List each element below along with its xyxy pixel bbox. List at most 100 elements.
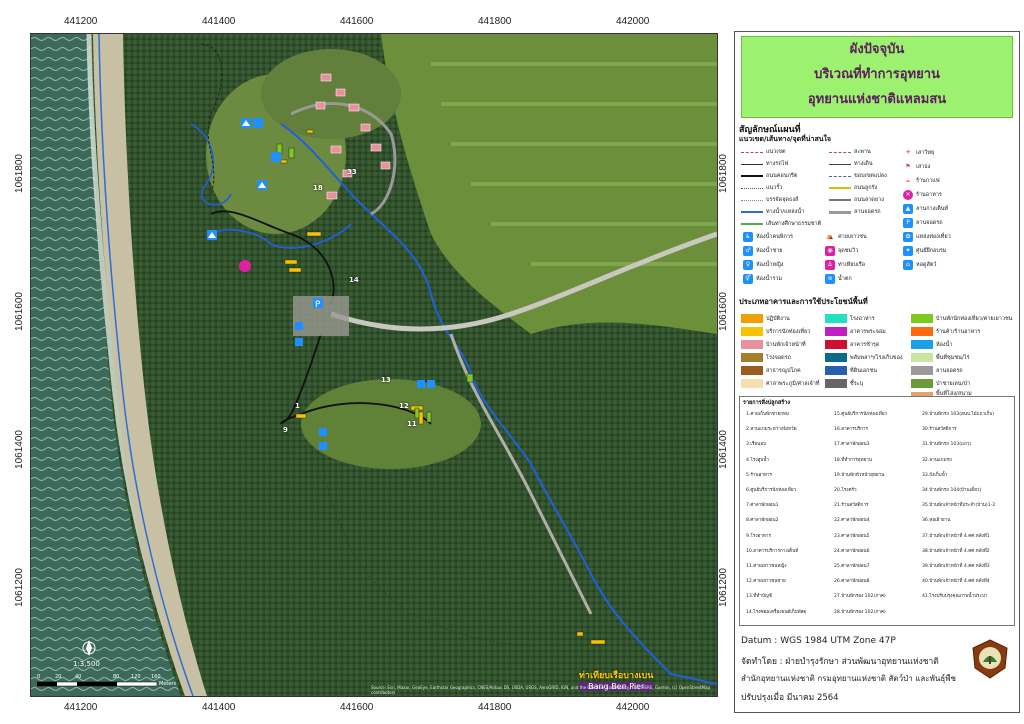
flag-icon: ⚑	[905, 163, 911, 170]
building-list-item: 35.บ้านพักเจ้าหน้าที่ประจำ(บ้าน)1-2	[922, 503, 996, 509]
grid-y-label: 1061600	[718, 292, 729, 331]
watchtower-icon: ⌂	[903, 260, 913, 270]
building-number: 18	[313, 184, 323, 192]
scale-unit: Meters	[159, 681, 177, 687]
building-number: 11	[407, 420, 417, 428]
building-list-item: 40.บ้านพักเจ้าหน้าที่ 4.คศ.หลังที่4	[922, 579, 990, 585]
building-list-item: 28.บ้านพักรอง 102(ภาค)	[834, 609, 886, 615]
building-number: 33	[347, 168, 357, 176]
office-text: สำนักอุทยานแห่งชาติ กรมอุทยานแห่งชาติ สั…	[741, 674, 956, 683]
building-list-item: 21.ร้านสวัสดิการ	[834, 503, 869, 509]
youth-camp-icon: ⛺	[826, 233, 834, 240]
pier-icon: ⚓	[825, 260, 835, 270]
land-use-item: อาคารพระจอม	[825, 327, 886, 336]
building-list-item: 36.หอเฝ้ายาน	[922, 518, 951, 524]
land-use-item: ชี้ระบุ	[825, 379, 863, 388]
tent-icon: ▲	[903, 204, 913, 214]
map-view[interactable]: P 1 9 11 12 13 14 18 33 ท่าเทียบเรือบางเ…	[30, 33, 718, 697]
title-line-3: อุทยานแห่งชาติแหลมสน	[807, 92, 947, 107]
updated-text: ปรับปรุงเมื่อ มีนาคม 2564	[741, 693, 839, 703]
legend-line-item: ทางน้ำ/แหล่งน้ำ	[741, 208, 804, 216]
legend-line-item: แนวรั้ว	[741, 184, 782, 192]
building-list-item: 27.บ้านพักรอง 102(ภาค)	[834, 594, 886, 600]
legend-line-item: เส้นทางศึกษาธรรมชาติ	[741, 220, 821, 228]
grid-x-label: 441400	[202, 16, 236, 27]
building-list-item: 15.ศูนย์บริการนักท่องเที่ยว	[834, 412, 888, 417]
building-list-item: 39.บ้านพักเจ้าหน้าที่ 4.คศ.หลังที่3	[922, 564, 990, 569]
building-list-item: 6.ศูนย์บริการนักท่องเที่ยว	[746, 488, 797, 493]
legend-point-item: ✿ แหล่งท่องเที่ยว	[903, 232, 951, 242]
building-list-item: 41.โรงปรับปรุงคุณภาพน้ำประปา	[922, 594, 988, 600]
grid-y-label: 1061800	[718, 154, 729, 193]
datum-text: Datum : WGS 1984 UTM Zone 47P	[741, 636, 896, 646]
grid-x-label: 442000	[616, 702, 650, 713]
building-list-item: 29.บ้านพักรถ 103(สนป.ไม้แถวเก็บ)	[922, 412, 995, 417]
map-credits: Source: Esri, Maxar, GeoEye, Earthstar G…	[371, 685, 710, 695]
legend-line-item: ทางรถไฟ	[741, 160, 788, 168]
scale-tick: 0	[37, 674, 41, 680]
grid-y-label: 1061200	[718, 568, 729, 607]
grid-x-label: 441800	[478, 702, 512, 713]
scale-tick: 20	[55, 674, 62, 680]
building-list-item: 26.ศาลาพักผ่อน8	[834, 579, 870, 585]
building-list-item: 12.ค่ายเยาวชนชาย	[746, 579, 786, 585]
scale-tick: 40	[75, 674, 82, 680]
grid-x-label: 442000	[616, 16, 650, 27]
building-list-item: 10.อาคารบริการกางเต็นท์	[746, 548, 799, 554]
building-list-item: 31.บ้านพักรถ 103(แถว)	[922, 442, 972, 448]
pier-label-thai: ท่าเทียบเรือบางเบน	[579, 671, 654, 681]
building-list-item: 7.ศาลาพักผ่อน1	[746, 503, 779, 509]
land-use-title: ประเภทอาคารและการใช้ประโยชน์พื้นที่	[739, 297, 868, 306]
legend-line-item: บรรจัดจุดธงส์	[741, 196, 798, 204]
building-list-item: 24.ศาลาพักผ่อน6	[834, 548, 870, 554]
building-list-item: 18.ที่ทำการอุทยาน	[834, 457, 872, 463]
restaurant-icon	[239, 260, 251, 272]
legend-line-item: ลานจอดรถ	[829, 208, 881, 216]
waterfall-icon: ≋	[825, 274, 835, 284]
prepared-by-text: จัดทำโดย : ฝ่ายบำรุงรักษา ส่วนพัฒนาอุทยา…	[741, 657, 939, 667]
building-number: 12	[399, 402, 409, 410]
legend-facility-item: ⚓ ท่าเทียบเรือ	[825, 260, 865, 270]
land-use-item: โรงจอดรถ	[741, 353, 791, 362]
building-list-item: 38.บ้านพักเจ้าหน้าที่ 4.คศ.หลังที่2	[922, 548, 990, 554]
legend-facility-item: ⚥ ห้องน้ำรวม	[743, 274, 782, 284]
building-list-item: 3.เรือนอบ	[746, 442, 766, 448]
land-use-item: ร้านค้า/ร้านอาหาร	[911, 327, 980, 336]
map-canvas: P	[31, 34, 717, 696]
building-list-item: 1.ค่ายเก็บพักชายกทม	[746, 412, 790, 417]
building-list-item: 2.ลานแกมระหว่างจังหวัด	[746, 427, 797, 433]
legend-line-item: ถนนลาดยาง	[829, 196, 884, 204]
male-toilet-icon: ♂	[743, 246, 753, 256]
parking-icon: P	[903, 218, 913, 228]
legend-line-item: สะพาน	[829, 148, 871, 156]
department-emblem-icon	[972, 639, 1008, 679]
training-center-icon: ✦	[903, 246, 913, 256]
scale-tick: 80	[113, 674, 120, 680]
grid-y-label: 1061200	[14, 568, 25, 607]
legend-facility-item: ♀ ห้องน้ำหญิง	[743, 260, 783, 270]
land-use-item: โรงอาหาร	[825, 314, 875, 323]
grid-x-label: 441600	[340, 16, 374, 27]
building-list-item: 13.ที่ทำบัญชี	[746, 594, 772, 600]
building-list-item: 25.ศาลาพักผ่อน7	[834, 564, 870, 569]
building-list-item: 34.บ้านพักรถ 104(บ้านเดี่ยว)	[922, 488, 982, 493]
scale-tick: 120	[131, 674, 141, 680]
building-list-item: 22.ศาลาพักผ่อน4	[834, 518, 870, 524]
building-list-item: 11.ค่ายเยาวชนหญิง	[746, 564, 787, 569]
land-use-item: อาคารชำรุด	[825, 340, 879, 349]
building-list-item: 37.บ้านพักเจ้าหน้าที่ 4.คศ.หลังที่1	[922, 533, 990, 539]
attraction-icon: ✿	[903, 232, 913, 242]
legend-line-item: ทางเดิน	[829, 160, 873, 168]
building-number: 13	[381, 376, 391, 384]
building-list-item: 23.ศาลาพักผ่อน5	[834, 533, 870, 539]
building-number: 1	[295, 402, 300, 410]
land-use-item: พลับพลาฯ/โรงเก็บของ	[825, 353, 903, 362]
coffee-icon: ☕	[905, 177, 911, 184]
building-number: 9	[283, 426, 288, 434]
land-use-item: ปฏิบัติงาน	[741, 314, 790, 323]
parking-icon: P	[315, 300, 321, 310]
legend-line-item: แนวเขต	[741, 148, 786, 156]
grid-x-label: 441600	[340, 702, 374, 713]
building-list-item: 17.ศาลาพักผ่อน3	[834, 442, 870, 448]
building-list-item: 33.ถังเก็บน้ำ	[922, 472, 948, 478]
